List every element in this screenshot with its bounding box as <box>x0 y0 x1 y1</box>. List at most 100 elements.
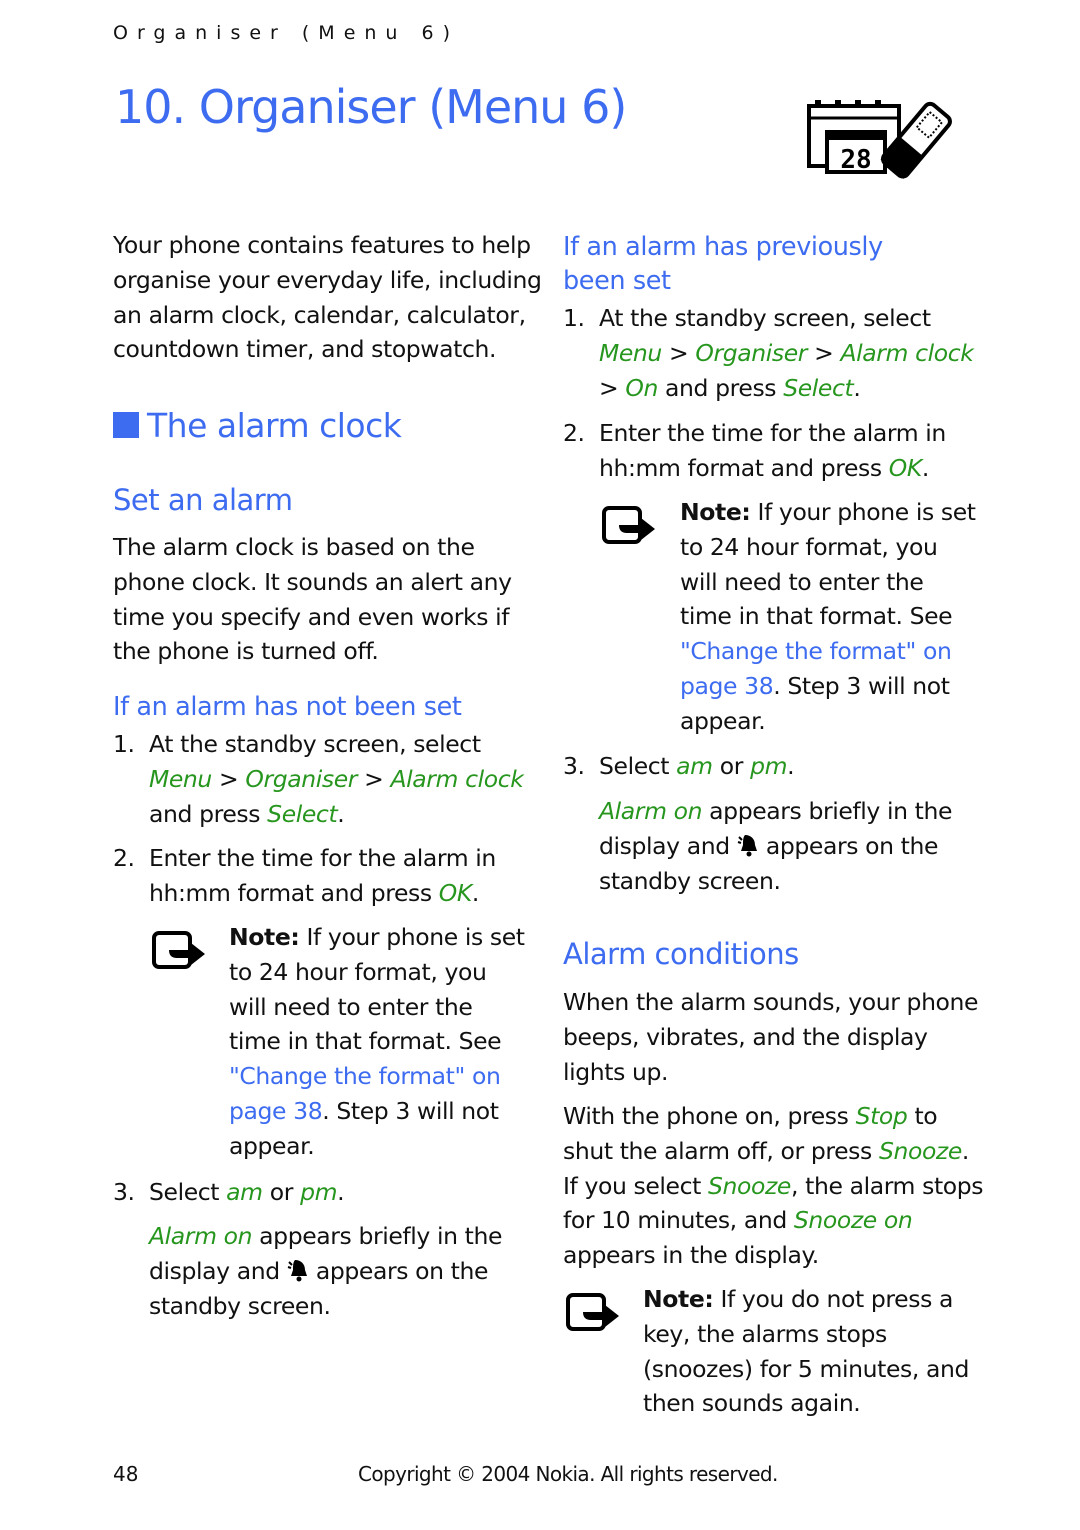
result-line: Alarm on appears briefly in the <box>149 1219 502 1254</box>
heading-previously-set: If an alarm has previously been set <box>563 230 883 298</box>
intro-line: organise your everyday life, including <box>113 265 542 294</box>
result-line: display and appears on the <box>149 1254 502 1289</box>
note-line: page 38. Step 3 will not <box>229 1094 525 1129</box>
paragraph-line: With the phone on, press Stop to <box>563 1099 983 1134</box>
text: . <box>337 1178 345 1206</box>
intro-line: Your phone contains features to help <box>113 231 531 259</box>
note-line: Note: If your phone is set <box>229 920 525 955</box>
note-conditions: Note: If you do not press a key, the ala… <box>643 1282 969 1421</box>
text: . <box>471 878 479 907</box>
note-not-set: Note: If your phone is set to 24 hour fo… <box>229 920 525 1164</box>
heading-set-an-alarm: Set an alarm <box>113 483 293 517</box>
text: or <box>712 752 751 780</box>
text: display and <box>149 1256 287 1285</box>
note-line: to 24 hour format, you <box>229 957 487 986</box>
step-text: Select am or pm. <box>599 749 795 784</box>
text: . <box>853 373 861 402</box>
note-line: key, the alarms stops <box>643 1319 887 1348</box>
change-format-link[interactable]: "Change the format" on <box>229 1059 525 1094</box>
separator: > <box>807 338 841 367</box>
text: If your phone is set <box>299 923 525 951</box>
note-icon <box>566 1293 619 1331</box>
note-line: appear. <box>680 706 766 735</box>
step-text: Enter the time for the alarm in <box>149 844 496 872</box>
am-option: am <box>676 752 713 780</box>
calendar-phone-icon: 28 <box>807 100 952 179</box>
text: appears on the <box>308 1256 489 1285</box>
separator: > <box>599 373 626 402</box>
text: shut the alarm off, or press <box>563 1136 879 1165</box>
pm-option: pm <box>300 1178 338 1206</box>
section-bullet-icon <box>113 412 139 438</box>
organiser-link: Organiser <box>245 764 358 793</box>
step-number: 3. <box>563 752 585 780</box>
text: Select <box>599 752 677 780</box>
conditions-paragraph-1: When the alarm sounds, your phone beeps,… <box>563 985 978 1089</box>
text: . <box>787 752 795 780</box>
paragraph-line: lights up. <box>563 1057 669 1086</box>
paragraph-line: the phone is turned off. <box>113 637 379 666</box>
note-line: appear. <box>229 1131 315 1160</box>
text: display and <box>599 831 737 860</box>
menu-path: Menu > Organiser > Alarm clock <box>599 336 974 371</box>
text: and press <box>149 799 268 828</box>
note-prev-set: Note: If your phone is set to 24 hour fo… <box>680 495 976 739</box>
not-set-result: Alarm on appears briefly in the display … <box>149 1219 502 1323</box>
note-line: to 24 hour format, you <box>680 532 938 561</box>
paragraph-line: shut the alarm off, or press Snooze. <box>563 1134 983 1169</box>
note-icon <box>602 506 655 544</box>
step-number: 2. <box>563 419 585 447</box>
note-line: page 38. Step 3 will not <box>680 669 976 704</box>
section-heading-alarm-clock: The alarm clock <box>113 406 402 445</box>
svg-text:28: 28 <box>840 145 871 175</box>
stop-softkey: Stop <box>855 1102 908 1130</box>
paragraph-line: for 10 minutes, and Snooze on <box>563 1203 983 1238</box>
alarm-bell-icon <box>287 1259 307 1282</box>
text: , the alarm stops <box>791 1171 984 1200</box>
text: hh:mm format and press <box>149 878 439 907</box>
result-line: Alarm on appears briefly in the <box>599 794 952 829</box>
paragraph-line: beeps, vibrates, and the display <box>563 1022 928 1051</box>
text: If you do not press a <box>713 1285 953 1313</box>
on-option: On <box>625 373 658 402</box>
step-text: hh:mm format and press OK. <box>149 876 496 911</box>
pm-option: pm <box>750 752 788 780</box>
step-text: At the standby screen, select <box>599 304 931 332</box>
text: appears on the <box>758 831 939 860</box>
text: or <box>262 1178 301 1206</box>
text: . Step 3 will not <box>322 1096 499 1125</box>
note-label: Note: <box>643 1285 714 1313</box>
page-38-link[interactable]: page 38 <box>229 1097 323 1125</box>
alarm-on-text: Alarm on <box>149 1222 253 1250</box>
select-softkey: Select <box>783 373 854 402</box>
text: . Step 3 will not <box>773 671 950 700</box>
menu-path: Menu > Organiser > Alarm clock <box>149 762 524 797</box>
snooze-softkey: Snooze <box>708 1171 791 1200</box>
note-line: time in that format. See <box>680 602 953 631</box>
note-icon <box>152 931 205 969</box>
note-line: Note: If your phone is set <box>680 495 976 530</box>
paragraph-line: time you specify and even works if <box>113 602 510 631</box>
alarm-clock-link: Alarm clock <box>840 338 974 367</box>
step-text: and press Select. <box>149 797 523 832</box>
select-softkey: Select <box>267 799 338 828</box>
step-text: hh:mm format and press OK. <box>599 451 946 486</box>
change-format-link[interactable]: "Change the format" on <box>680 634 976 669</box>
ok-softkey: OK <box>888 453 923 482</box>
text: to <box>907 1102 938 1130</box>
paragraph-line: If you select Snooze, the alarm stops <box>563 1169 984 1204</box>
text: If you select <box>563 1171 709 1200</box>
alarm-clock-link: Alarm clock <box>390 764 524 793</box>
separator: > <box>661 338 696 367</box>
step-text: At the standby screen, select <box>149 730 481 758</box>
page-38-link[interactable]: page 38 <box>680 672 774 700</box>
text: With the phone on, press <box>563 1102 856 1130</box>
result-line: standby screen. <box>599 866 781 895</box>
note-line: will need to enter the <box>229 992 473 1021</box>
page-number: 48 <box>113 1462 139 1486</box>
note-line: will need to enter the <box>680 567 924 596</box>
step-number: 3. <box>113 1178 135 1206</box>
prev-set-result: Alarm on appears briefly in the display … <box>599 794 952 898</box>
note-line: (snoozes) for 5 minutes, and <box>643 1354 970 1383</box>
text: appears briefly in the <box>252 1222 503 1250</box>
